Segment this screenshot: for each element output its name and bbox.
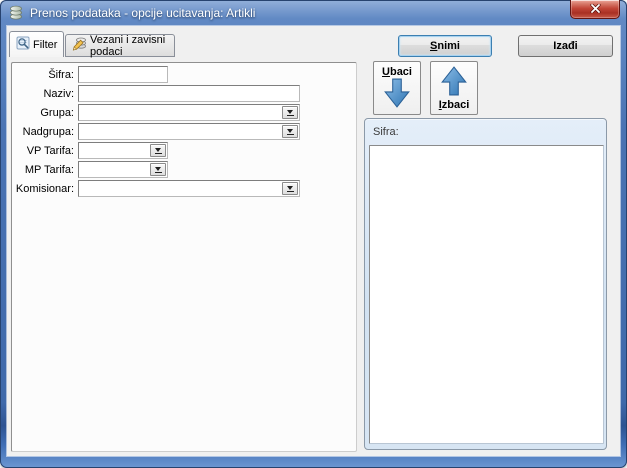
mp-tarifa-label: MP Tarifa: bbox=[12, 164, 74, 176]
remove-button-label: Izbaci bbox=[439, 99, 470, 111]
titlebar[interactable]: Prenos podataka - opcije ucitavanja: Art… bbox=[0, 0, 627, 26]
tab-filter[interactable]: Filter bbox=[9, 31, 64, 57]
sifra-list-header: Sifra: bbox=[365, 119, 606, 144]
save-button[interactable]: Snimi bbox=[398, 35, 492, 57]
exit-button[interactable]: Izađi bbox=[518, 35, 613, 57]
naziv-input[interactable] bbox=[78, 85, 300, 102]
filter-form-panel: Šifra: Naziv: Grupa: Nadgrupa: bbox=[11, 62, 357, 452]
komisionar-combo[interactable] bbox=[78, 180, 300, 197]
sifra-group-panel: Sifra: bbox=[364, 118, 607, 450]
chevron-down-icon[interactable] bbox=[150, 144, 166, 157]
chevron-down-icon[interactable] bbox=[282, 125, 298, 138]
save-button-label: nimi bbox=[437, 40, 460, 52]
grupa-combo[interactable] bbox=[78, 104, 300, 121]
window-title: Prenos podataka - opcije ucitavanja: Art… bbox=[30, 6, 255, 20]
vp-tarifa-combo[interactable] bbox=[78, 142, 168, 159]
tab-related-data-label: Vezani i zavisni podaci bbox=[90, 34, 168, 58]
grupa-label: Grupa: bbox=[12, 107, 74, 119]
nadgrupa-label: Nadgrupa: bbox=[12, 126, 74, 138]
mp-tarifa-combo[interactable] bbox=[78, 161, 168, 178]
arrow-up-icon bbox=[441, 66, 467, 99]
vp-tarifa-label: VP Tarifa: bbox=[12, 145, 74, 157]
database-edit-icon bbox=[72, 37, 87, 54]
sifra-label: Šifra: bbox=[12, 69, 74, 81]
nadgrupa-combo[interactable] bbox=[78, 123, 300, 140]
exit-button-label: Izađi bbox=[553, 40, 577, 52]
chevron-down-icon[interactable] bbox=[282, 106, 298, 119]
remove-button[interactable]: Izbaci bbox=[430, 61, 478, 115]
sifra-listbox[interactable] bbox=[369, 145, 604, 444]
komisionar-label: Komisionar: bbox=[12, 183, 74, 195]
sifra-input[interactable] bbox=[78, 66, 168, 83]
close-button[interactable] bbox=[570, 0, 620, 19]
filter-magnifier-icon bbox=[16, 36, 30, 53]
tab-related-data[interactable]: Vezani i zavisni podaci bbox=[65, 34, 175, 57]
chevron-down-icon[interactable] bbox=[282, 182, 298, 195]
dialog-window: Prenos podataka - opcije ucitavanja: Art… bbox=[0, 0, 627, 468]
tab-filter-label: Filter bbox=[33, 39, 57, 51]
client-area: Filter Vezani i zavisni podaci Snimi Iza… bbox=[7, 26, 620, 456]
chevron-down-icon[interactable] bbox=[150, 163, 166, 176]
add-button-label: Ubaci bbox=[382, 66, 412, 78]
save-button-accel: S bbox=[430, 40, 437, 52]
close-icon bbox=[590, 0, 601, 18]
database-icon bbox=[8, 5, 24, 21]
add-button[interactable]: Ubaci bbox=[373, 61, 421, 115]
arrow-down-icon bbox=[384, 78, 410, 111]
naziv-label: Naziv: bbox=[12, 88, 74, 100]
